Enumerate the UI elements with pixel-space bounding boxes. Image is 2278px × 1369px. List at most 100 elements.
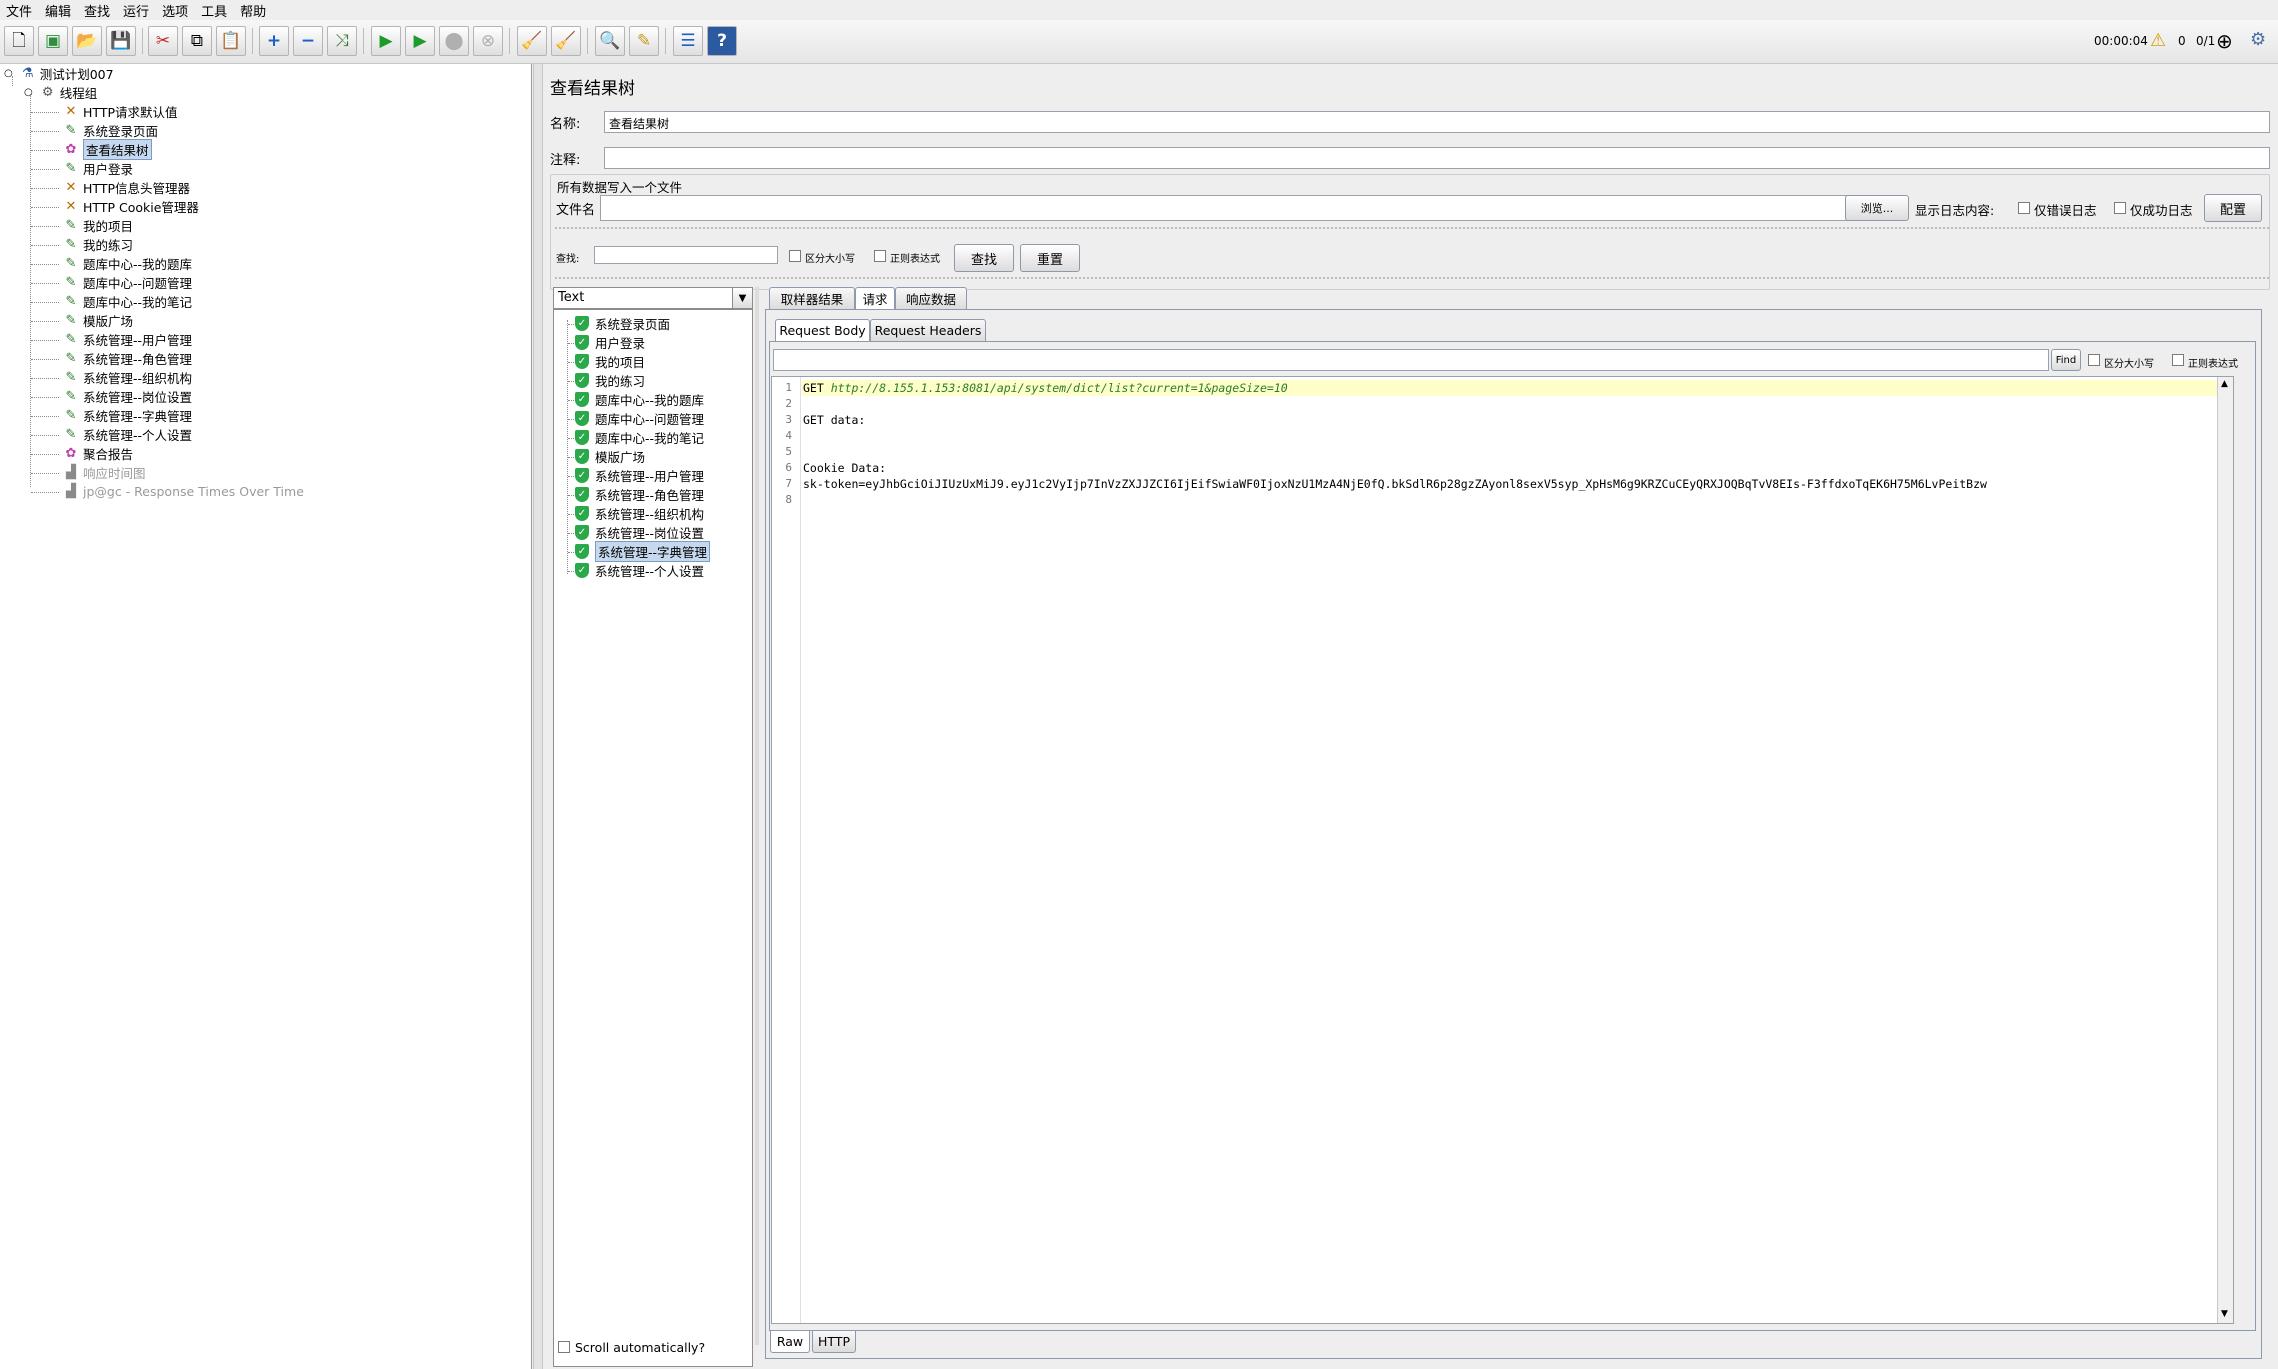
clear-all-icon[interactable]: 🧹 bbox=[551, 26, 581, 56]
request-body-editor[interactable]: 1 2 3 4 5 6 7 8 GET http://8.155.1.153:8… bbox=[771, 376, 2234, 1324]
splitter-dots[interactable] bbox=[554, 276, 2270, 281]
tree-node[interactable]: ✎ 系统管理--角色管理 bbox=[62, 349, 192, 368]
splitter-dots[interactable] bbox=[554, 226, 2270, 231]
tree-node[interactable]: ▟ jp@gc - Response Times Over Time bbox=[62, 482, 304, 501]
editor-find-button[interactable]: Find bbox=[2051, 349, 2081, 371]
result-item[interactable]: ✓ 系统管理--岗位设置 bbox=[575, 523, 704, 542]
success-only-checkbox[interactable] bbox=[2114, 202, 2126, 214]
tree-node[interactable]: ✎ 系统管理--字典管理 bbox=[62, 406, 192, 425]
result-item[interactable]: ✓ 题库中心--我的题库 bbox=[575, 390, 704, 409]
logger-icon[interactable]: ⚙ bbox=[2250, 29, 2266, 50]
case-sensitive-checkbox[interactable] bbox=[789, 250, 801, 262]
tree-node[interactable]: ✕ HTTP请求默认值 bbox=[62, 102, 178, 121]
editor-scrollbar[interactable]: ▲ ▼ bbox=[2217, 377, 2233, 1323]
result-item[interactable]: ✓ 系统管理--组织机构 bbox=[575, 504, 704, 523]
list-splitter[interactable] bbox=[755, 287, 759, 1345]
tree-node[interactable]: ✎ 题库中心--我的笔记 bbox=[62, 292, 192, 311]
subtab-request-body[interactable]: Request Body bbox=[775, 319, 870, 341]
result-item[interactable]: ✓ 我的项目 bbox=[575, 352, 645, 371]
tab-response-data[interactable]: 响应数据 bbox=[895, 287, 967, 309]
collapse-toggle-icon[interactable]: ○ bbox=[4, 68, 13, 79]
tree-node[interactable]: ✎ 系统管理--岗位设置 bbox=[62, 387, 192, 406]
clear-icon[interactable]: 🧹 bbox=[517, 26, 547, 56]
collapse-icon[interactable]: − bbox=[293, 26, 323, 56]
new-icon[interactable]: 🗋 bbox=[4, 26, 34, 56]
start-icon[interactable]: ▶ bbox=[371, 26, 401, 56]
reset-button[interactable]: 重置 bbox=[1020, 244, 1080, 272]
scroll-up-icon[interactable]: ▲ bbox=[2221, 379, 2228, 389]
search-icon[interactable]: 🔍 bbox=[595, 26, 625, 56]
subtab-request-headers[interactable]: Request Headers bbox=[870, 319, 986, 341]
tree-node-plan[interactable]: ○ ⚗ 测试计划007 bbox=[4, 64, 114, 83]
browse-button[interactable]: 浏览... bbox=[1845, 195, 1909, 221]
toggle-icon[interactable]: ⤨ bbox=[327, 26, 357, 56]
vertical-splitter[interactable] bbox=[533, 64, 543, 1369]
regex-checkbox[interactable] bbox=[874, 250, 886, 262]
result-item[interactable]: ✓ 系统管理--角色管理 bbox=[575, 485, 704, 504]
stop-icon[interactable]: ⬤ bbox=[439, 26, 469, 56]
remote-icon[interactable]: ⊕ bbox=[2216, 29, 2233, 53]
filename-field[interactable] bbox=[600, 195, 1896, 221]
name-field[interactable]: 查看结果树 bbox=[604, 111, 2270, 133]
tree-node[interactable]: ✕ HTTP Cookie管理器 bbox=[62, 197, 199, 216]
search-input[interactable] bbox=[594, 246, 778, 264]
menu-search[interactable]: 查找 bbox=[78, 1, 117, 20]
start-no-pause-icon[interactable]: ▶ bbox=[405, 26, 435, 56]
tree-node[interactable]: ✕ HTTP信息头管理器 bbox=[62, 178, 190, 197]
scroll-auto-checkbox[interactable] bbox=[558, 1341, 570, 1353]
tab-sampler-result[interactable]: 取样器结果 bbox=[769, 287, 855, 309]
cut-icon[interactable]: ✂ bbox=[148, 26, 178, 56]
reset-search-icon[interactable]: ✎ bbox=[629, 26, 659, 56]
tree-node[interactable]: ▟ 响应时间图 bbox=[62, 463, 146, 482]
result-item[interactable]: ✓ 题库中心--问题管理 bbox=[575, 409, 704, 428]
configure-button[interactable]: 配置 bbox=[2204, 194, 2262, 222]
tree-node-thread-group[interactable]: ○ ⚙ 线程组 bbox=[24, 83, 97, 102]
menu-options[interactable]: 选项 bbox=[156, 1, 195, 20]
result-item[interactable]: ✓ 系统管理--个人设置 bbox=[575, 561, 704, 580]
function-helper-icon[interactable]: ☰ bbox=[673, 26, 703, 56]
comment-field[interactable] bbox=[604, 147, 2270, 169]
tree-node[interactable]: ✿ 聚合报告 bbox=[62, 444, 133, 463]
save-icon[interactable]: 💾 bbox=[106, 26, 136, 56]
tree-node[interactable]: ✎ 模版广场 bbox=[62, 311, 133, 330]
menu-help[interactable]: 帮助 bbox=[234, 1, 273, 20]
result-item[interactable]: ✓ 系统登录页面 bbox=[575, 314, 670, 333]
editor-case-checkbox[interactable] bbox=[2088, 354, 2100, 366]
tree-node[interactable]: ✎ 系统管理--用户管理 bbox=[62, 330, 192, 349]
open-folder-icon[interactable]: 📂 bbox=[72, 26, 102, 56]
tab-raw[interactable]: Raw bbox=[770, 1331, 810, 1353]
result-item[interactable]: ✓ 系统管理--字典管理 bbox=[575, 541, 711, 562]
templates-icon[interactable]: ▣ bbox=[38, 26, 68, 56]
tab-request[interactable]: 请求 bbox=[855, 287, 895, 309]
tree-node[interactable]: ✎ 我的练习 bbox=[62, 235, 133, 254]
result-item[interactable]: ✓ 用户登录 bbox=[575, 333, 645, 352]
find-button[interactable]: 查找 bbox=[954, 244, 1014, 272]
paste-icon[interactable]: 📋 bbox=[216, 26, 246, 56]
tab-http[interactable]: HTTP bbox=[812, 1331, 856, 1353]
copy-icon[interactable]: ⧉ bbox=[182, 26, 212, 56]
renderer-select[interactable]: Text ▼ bbox=[553, 287, 753, 309]
result-item[interactable]: ✓ 我的练习 bbox=[575, 371, 645, 390]
chevron-down-icon[interactable]: ▼ bbox=[732, 288, 752, 308]
collapse-toggle-icon[interactable]: ○ bbox=[24, 87, 33, 98]
menu-file[interactable]: 文件 bbox=[0, 1, 39, 20]
tree-node[interactable]: ✎ 我的项目 bbox=[62, 216, 133, 235]
tree-node[interactable]: ✿ 查看结果树 bbox=[62, 139, 152, 160]
shutdown-icon[interactable]: ⊗ bbox=[473, 26, 503, 56]
tree-node[interactable]: ✎ 系统管理--组织机构 bbox=[62, 368, 192, 387]
tree-node[interactable]: ✎ 题库中心--我的题库 bbox=[62, 254, 192, 273]
tree-node[interactable]: ✎ 系统登录页面 bbox=[62, 121, 158, 140]
menu-run[interactable]: 运行 bbox=[117, 1, 156, 20]
tree-node[interactable]: ✎ 系统管理--个人设置 bbox=[62, 425, 192, 444]
result-item[interactable]: ✓ 模版广场 bbox=[575, 447, 645, 466]
result-item[interactable]: ✓ 题库中心--我的笔记 bbox=[575, 428, 704, 447]
scroll-down-icon[interactable]: ▼ bbox=[2221, 1309, 2228, 1319]
help-icon[interactable]: ? bbox=[707, 26, 737, 56]
menu-tools[interactable]: 工具 bbox=[195, 1, 234, 20]
tree-node[interactable]: ✎ 题库中心--问题管理 bbox=[62, 273, 192, 292]
expand-icon[interactable]: + bbox=[259, 26, 289, 56]
editor-regex-checkbox[interactable] bbox=[2172, 354, 2184, 366]
menu-edit[interactable]: 编辑 bbox=[39, 1, 78, 20]
tree-node[interactable]: ✎ 用户登录 bbox=[62, 159, 133, 178]
editor-search-input[interactable] bbox=[773, 349, 2049, 371]
